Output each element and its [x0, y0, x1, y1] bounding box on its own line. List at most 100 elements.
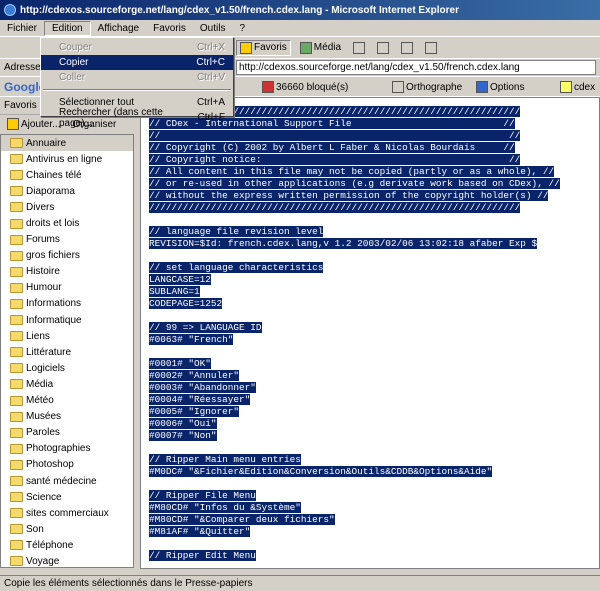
folder-label: Science	[26, 491, 62, 503]
popup-icon	[262, 81, 274, 93]
folder-icon	[10, 250, 23, 261]
media-icon	[299, 41, 312, 54]
favorites-folder[interactable]: Liens	[1, 328, 133, 344]
favorites-folder[interactable]: Histoire	[1, 264, 133, 280]
source-text: ////////////////////////////////////////…	[149, 106, 599, 562]
history-icon	[353, 41, 366, 54]
favorites-folder[interactable]: Photographies	[1, 441, 133, 457]
folder-icon	[10, 363, 23, 374]
edit-menu-item[interactable]: Copier Ctrl+C	[41, 55, 233, 70]
folder-icon	[10, 395, 23, 406]
favorites-folder[interactable]: gros fichiers	[1, 248, 133, 264]
popup-blocker[interactable]: 36660 bloqué(s)	[262, 81, 348, 93]
folder-icon	[10, 186, 23, 197]
folder-label: Chaines télé	[26, 169, 82, 181]
folder-icon	[10, 282, 23, 293]
menu-help[interactable]: ?	[232, 22, 252, 35]
folder-label: Média	[26, 378, 54, 390]
favorites-folder[interactable]: droits et lois	[1, 215, 133, 231]
favorites-folder[interactable]: Chaines télé	[1, 167, 133, 183]
favorites-folder[interactable]: Musées	[1, 409, 133, 425]
favorites-folder[interactable]: Informatique	[1, 312, 133, 328]
code-line: // without the express written permissio…	[149, 190, 549, 201]
menu-item-label: Copier	[59, 57, 89, 68]
code-line: REVISION=$Id: french.cdex.lang,v 1.2 200…	[149, 238, 538, 249]
folder-label: Photographies	[26, 443, 91, 455]
mail-button[interactable]	[374, 41, 392, 55]
folder-label: Annuaire	[26, 137, 67, 149]
folder-label: Diaporama	[26, 185, 75, 197]
highlight-button[interactable]: cdex	[560, 81, 595, 93]
folder-icon	[10, 443, 23, 454]
print-icon	[401, 41, 414, 54]
favorites-folder[interactable]: Voyage	[1, 553, 133, 567]
title-bar: http://cdexos.sourceforge.net/lang/cdex_…	[0, 0, 600, 20]
menu-fichier[interactable]: Fichier	[0, 22, 44, 35]
favorites-folder[interactable]: Photoshop	[1, 457, 133, 473]
favorites-folder[interactable]: Annuaire	[1, 135, 133, 152]
options-button[interactable]: Options	[476, 81, 524, 93]
favorites-folder[interactable]: Divers	[1, 199, 133, 215]
favorites-folder[interactable]: Informations	[1, 296, 133, 312]
favorites-button[interactable]: Favoris	[236, 39, 291, 56]
folder-icon	[10, 556, 23, 567]
code-line: // Ripper Main menu entries	[149, 454, 301, 465]
media-button[interactable]: Média	[297, 41, 344, 55]
folder-icon	[10, 476, 23, 487]
favorites-folder[interactable]: Antivirus en ligne	[1, 151, 133, 167]
menu-item-label: Coller	[59, 72, 86, 83]
favorites-folder[interactable]: Média	[1, 376, 133, 392]
edit-menu-item[interactable]: Rechercher (dans cette page)... Ctrl+F	[41, 107, 233, 129]
address-input[interactable]: http://cdexos.sourceforge.net/lang/cdex_…	[236, 60, 596, 75]
folder-label: Photoshop	[26, 459, 74, 471]
favorites-folder[interactable]: Son	[1, 521, 133, 537]
edit-button[interactable]	[422, 41, 440, 55]
menu-favoris[interactable]: Favoris	[146, 22, 193, 35]
favorites-folder[interactable]: Paroles	[1, 425, 133, 441]
favorites-folder[interactable]: Logiciels	[1, 360, 133, 376]
code-line: // Ripper Edit Menu	[149, 550, 256, 561]
edition-menu: Couper Ctrl+X Copier Ctrl+C Coller Ctrl+V Séle…	[40, 37, 234, 129]
folder-label: droits et lois	[26, 218, 80, 230]
print-button[interactable]	[398, 41, 416, 55]
folder-icon	[10, 508, 23, 519]
folder-icon	[10, 202, 23, 213]
ie-icon	[4, 4, 16, 16]
favorites-folder[interactable]: Science	[1, 489, 133, 505]
menu-edition[interactable]: Edition	[44, 20, 91, 36]
code-line: #M81AF# "&Quitter"	[149, 526, 251, 537]
code-line: LANGCASE=12	[149, 274, 211, 285]
page-content[interactable]: ////////////////////////////////////////…	[140, 97, 600, 569]
folder-icon	[10, 347, 23, 358]
code-line: #0005# "Ignorer"	[149, 406, 240, 417]
favorites-folder[interactable]: Humour	[1, 280, 133, 296]
favorites-folder[interactable]: sites commerciaux	[1, 505, 133, 521]
folder-label: Histoire	[26, 266, 60, 278]
favorites-folder[interactable]: santé médecine	[1, 473, 133, 489]
favorites-folder[interactable]: Météo	[1, 393, 133, 409]
spellcheck-button[interactable]: Orthographe	[392, 81, 462, 93]
folder-icon	[10, 315, 23, 326]
code-line: #M80CD# "&Comparer deux fichiers"	[149, 514, 335, 525]
favorites-folder[interactable]: Forums	[1, 232, 133, 248]
folder-label: Littérature	[26, 346, 72, 358]
menu-affichage[interactable]: Affichage	[91, 22, 147, 35]
favorites-folder[interactable]: Littérature	[1, 344, 133, 360]
folder-label: Forums	[26, 234, 60, 246]
edit-menu-item[interactable]: Couper Ctrl+X	[41, 40, 233, 55]
code-line: SUBLANG=1	[149, 286, 200, 297]
folder-label: santé médecine	[26, 475, 97, 487]
menu-item-label: Rechercher (dans cette page)...	[59, 106, 163, 129]
menu-outils[interactable]: Outils	[193, 22, 233, 35]
code-line: #0063# "French"	[149, 334, 234, 345]
history-button[interactable]	[350, 41, 368, 55]
favorites-folder[interactable]: Téléphone	[1, 537, 133, 553]
folder-icon	[10, 218, 23, 229]
code-line: // //	[149, 130, 521, 141]
favorites-folder[interactable]: Diaporama	[1, 183, 133, 199]
edit-menu-item[interactable]: Coller Ctrl+V	[41, 70, 233, 85]
